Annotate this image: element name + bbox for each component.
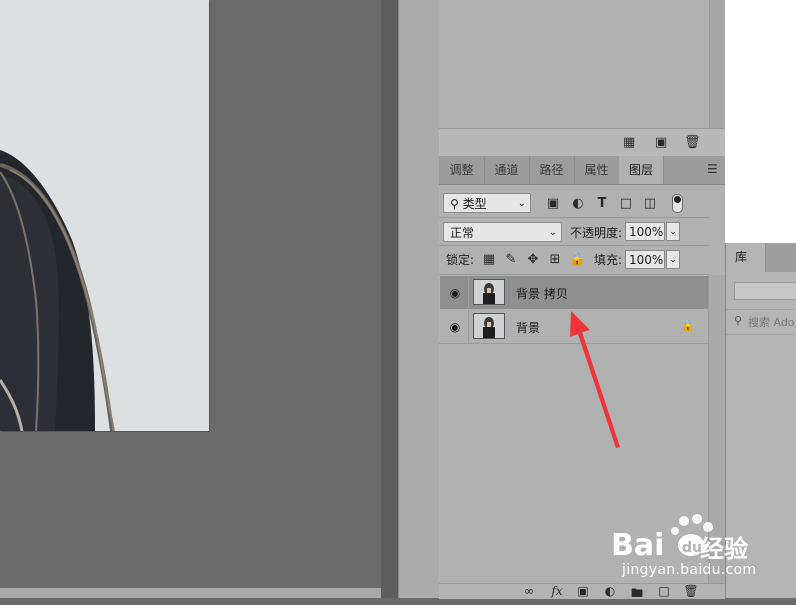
search-icon: ⚲ (734, 314, 743, 327)
history-panel-footer: ▦ ▣ 🗑 (439, 128, 725, 157)
panel-menu-icon[interactable]: ☰ (707, 163, 719, 175)
new-group-folder-icon[interactable]: 🖿 (629, 584, 645, 605)
filter-toggle-switch[interactable] (672, 194, 683, 213)
layer-style-fx-icon[interactable]: fx (549, 584, 565, 598)
tab-layers[interactable]: 图层 (619, 156, 664, 184)
search-icon: ⚲ (450, 197, 459, 211)
watermark-brand-suffix: 经验 (700, 535, 748, 563)
fill-dropdown-icon[interactable]: ⌄ (666, 250, 680, 269)
layer-name[interactable]: 背景 (516, 319, 540, 336)
eye-visibility-icon[interactable]: ◉ (448, 320, 462, 334)
prevent-auto-nesting-icon[interactable]: ⊞ (547, 252, 563, 267)
canvas-status-bar (0, 588, 381, 598)
delete-state-trash-icon[interactable]: 🗑 (684, 135, 701, 150)
layer-row-background[interactable]: ◉ 背景 🔒 (440, 310, 708, 343)
dock-divider[interactable] (381, 0, 398, 598)
eye-visibility-icon[interactable]: ◉ (448, 286, 462, 300)
opacity-input[interactable]: 100% (625, 222, 665, 241)
adjustment-filter-icon[interactable]: ◐ (570, 196, 586, 211)
empty-workspace-area (725, 0, 796, 243)
link-layers-icon[interactable]: ∞ (521, 584, 537, 598)
tab-adjustments[interactable]: 调整 (439, 156, 485, 184)
new-layer-icon[interactable]: □ (656, 584, 672, 598)
delete-layer-trash-icon[interactable]: 🗑 (683, 584, 699, 598)
history-scrollbar[interactable] (709, 0, 726, 128)
layer-thumbnail (473, 313, 505, 339)
opacity-label: 不透明度: (570, 226, 623, 240)
type-filter-icon[interactable]: T (594, 196, 610, 211)
layer-name[interactable]: 背景 拷贝 (516, 285, 568, 302)
panel-tab-bar: 调整 通道 路径 属性 图层 (439, 156, 725, 185)
layer-row-background-copy[interactable]: ◉ 背景 拷贝 (440, 276, 708, 309)
lock-transparent-pixels-icon[interactable]: ▦ (481, 252, 497, 267)
divider (439, 274, 709, 275)
watermark-url: jingyan.baidu.com (622, 562, 757, 578)
collapsed-dock-strip[interactable] (398, 0, 440, 598)
tab-properties[interactable]: 属性 (574, 156, 620, 184)
lock-icon: 🔒 (681, 319, 695, 332)
fill-input[interactable]: 100% (625, 250, 665, 269)
new-adjustment-layer-icon[interactable]: ◐ (602, 584, 618, 598)
snapshot-camera-icon[interactable]: ▣ (655, 135, 667, 150)
tab-channels[interactable]: 通道 (484, 156, 530, 184)
library-select[interactable] (734, 282, 796, 300)
document-canvas[interactable] (0, 0, 209, 431)
layer-filter-kind-select[interactable]: ⚲ 类型 ⌄ (443, 193, 531, 213)
lock-image-pixels-brush-icon[interactable]: ✎ (503, 252, 519, 267)
tab-paths[interactable]: 路径 (529, 156, 575, 184)
smart-object-filter-icon[interactable]: ◫ (642, 196, 658, 211)
lock-position-move-icon[interactable]: ✥ (525, 252, 541, 267)
chevron-down-icon: ⌄ (517, 198, 526, 209)
svg-text:du: du (682, 540, 702, 556)
shape-filter-icon[interactable]: □ (618, 196, 634, 211)
filter-kind-label: 类型 (462, 197, 487, 211)
fill-label: 填充: (594, 253, 623, 267)
divider (439, 217, 709, 218)
library-search-input[interactable]: 搜索 Ado (748, 314, 795, 330)
chevron-down-icon: ⌄ (548, 227, 557, 238)
blend-mode-label: 正常 (450, 226, 475, 240)
photo-content (0, 0, 209, 431)
layer-thumbnail (473, 279, 505, 305)
blend-mode-select[interactable]: 正常 ⌄ (443, 222, 562, 242)
image-filter-icon[interactable]: ▣ (545, 196, 561, 211)
watermark-brand: Bai (611, 528, 664, 563)
divider (439, 343, 709, 344)
divider (439, 245, 709, 246)
new-document-from-state-icon[interactable]: ▦ (623, 135, 635, 150)
opacity-dropdown-icon[interactable]: ⌄ (666, 222, 680, 241)
divider (468, 276, 469, 309)
lock-all-icon[interactable]: 🔒 (569, 252, 585, 267)
divider (468, 310, 469, 343)
lock-label: 锁定: (446, 253, 475, 267)
add-mask-icon[interactable]: ▣ (575, 584, 591, 598)
tab-libraries[interactable]: 库 (726, 243, 766, 272)
